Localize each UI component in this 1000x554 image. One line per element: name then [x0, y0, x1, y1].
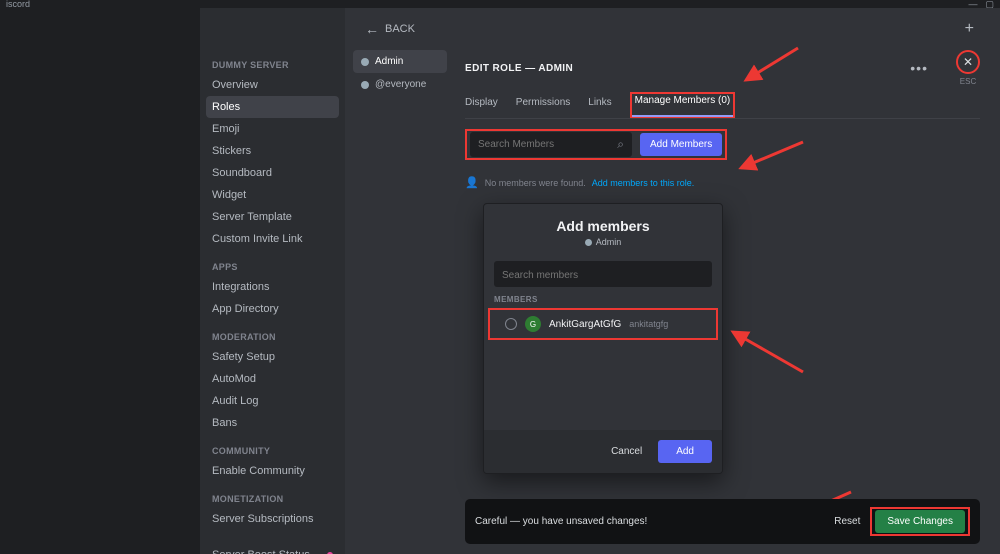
- cancel-button[interactable]: Cancel: [603, 440, 650, 463]
- sidebar-item-emoji[interactable]: Emoji: [206, 118, 339, 140]
- sidebar-item-overview[interactable]: Overview: [206, 74, 339, 96]
- settings-sidebar: DUMMY SERVER Overview Roles Emoji Sticke…: [200, 8, 345, 554]
- section-community: COMMUNITY: [212, 446, 339, 456]
- section-server: DUMMY SERVER: [212, 60, 339, 70]
- tab-permissions[interactable]: Permissions: [516, 92, 570, 118]
- sidebar-item-automod[interactable]: AutoMod: [206, 368, 339, 390]
- more-options-button[interactable]: •••: [910, 60, 928, 76]
- person-icon: 👤: [465, 176, 479, 189]
- sidebar-item-app-directory[interactable]: App Directory: [206, 298, 339, 320]
- role-item-admin[interactable]: Admin: [353, 50, 447, 73]
- search-field[interactable]: [478, 139, 617, 150]
- member-row[interactable]: G AnkitGargAtGfG ankitatgfg: [499, 311, 707, 337]
- sidebar-item-integrations[interactable]: Integrations: [206, 276, 339, 298]
- sidebar-item-subscriptions[interactable]: Server Subscriptions: [206, 508, 339, 530]
- role-list: Admin @everyone: [345, 38, 455, 554]
- avatar: G: [525, 316, 541, 332]
- section-monetization: MONETIZATION: [212, 494, 339, 504]
- role-editor: EDIT ROLE — ADMIN ••• ✕ ESC Display Perm…: [455, 38, 1000, 554]
- member-tag: ankitatgfg: [629, 319, 668, 329]
- add-button[interactable]: Add: [658, 440, 712, 463]
- page-title: EDIT ROLE — ADMIN: [465, 63, 573, 74]
- esc-label: ESC: [960, 77, 976, 86]
- role-tabs: Display Permissions Links Manage Members…: [465, 92, 980, 119]
- add-members-modal: Add members Admin MEMBERS G: [483, 203, 723, 474]
- add-role-button[interactable]: +: [965, 20, 974, 38]
- role-label: Admin: [375, 56, 403, 67]
- role-color-dot-icon: [361, 81, 369, 89]
- sidebar-item-server-template[interactable]: Server Template: [206, 206, 339, 228]
- no-members-message: 👤 No members were found. Add members to …: [465, 176, 980, 189]
- role-label: @everyone: [375, 79, 426, 90]
- role-item-everyone[interactable]: @everyone: [353, 73, 447, 96]
- annotation-arrow-icon: [735, 138, 805, 178]
- sidebar-item-bans[interactable]: Bans: [206, 412, 339, 434]
- sidebar-item-safety[interactable]: Safety Setup: [206, 346, 339, 368]
- no-members-text: No members were found.: [485, 178, 586, 188]
- sidebar-item-roles[interactable]: Roles: [206, 96, 339, 118]
- sidebar-item-widget[interactable]: Widget: [206, 184, 339, 206]
- search-icon: ⌕: [617, 137, 624, 152]
- unsaved-text: Careful — you have unsaved changes!: [475, 516, 647, 527]
- sidebar-item-enable-community[interactable]: Enable Community: [206, 460, 339, 482]
- sidebar-item-soundboard[interactable]: Soundboard: [206, 162, 339, 184]
- role-color-dot-icon: [585, 239, 592, 246]
- add-members-link[interactable]: Add members to this role.: [592, 178, 695, 188]
- sidebar-item-boost[interactable]: Server Boost Status: [206, 544, 339, 554]
- guild-bar-spacer: [0, 8, 200, 554]
- reset-button[interactable]: Reset: [834, 516, 860, 527]
- close-button[interactable]: ✕: [956, 50, 980, 74]
- annotation-arrow-icon: [727, 326, 807, 376]
- arrow-left-icon: ←: [365, 21, 379, 37]
- back-button[interactable]: ← BACK: [365, 21, 415, 37]
- modal-search-input[interactable]: [494, 261, 712, 287]
- role-color-dot-icon: [361, 58, 369, 66]
- sidebar-item-audit-log[interactable]: Audit Log: [206, 390, 339, 412]
- content-panel: ← BACK + Admin @everyone EDIT ROLE — ADM…: [345, 8, 1000, 554]
- sidebar-item-stickers[interactable]: Stickers: [206, 140, 339, 162]
- add-members-button[interactable]: Add Members: [640, 133, 722, 156]
- modal-subtitle: Admin: [494, 237, 712, 247]
- members-section-label: MEMBERS: [494, 295, 712, 304]
- sidebar-item-custom-invite[interactable]: Custom Invite Link: [206, 228, 339, 250]
- member-checkbox[interactable]: [505, 318, 517, 330]
- modal-title: Add members: [494, 218, 712, 234]
- tab-links[interactable]: Links: [588, 92, 611, 118]
- tab-manage-members[interactable]: Manage Members (0): [630, 92, 736, 118]
- modal-search-field[interactable]: [502, 270, 704, 281]
- section-apps: APPS: [212, 262, 339, 272]
- tab-display[interactable]: Display: [465, 92, 498, 118]
- save-changes-button[interactable]: Save Changes: [875, 510, 965, 533]
- member-name: AnkitGargAtGfG: [549, 319, 621, 330]
- back-label: BACK: [385, 23, 415, 35]
- member-search-input[interactable]: ⌕: [470, 132, 632, 157]
- unsaved-changes-bar: Careful — you have unsaved changes! Rese…: [465, 499, 980, 544]
- section-moderation: MODERATION: [212, 332, 339, 342]
